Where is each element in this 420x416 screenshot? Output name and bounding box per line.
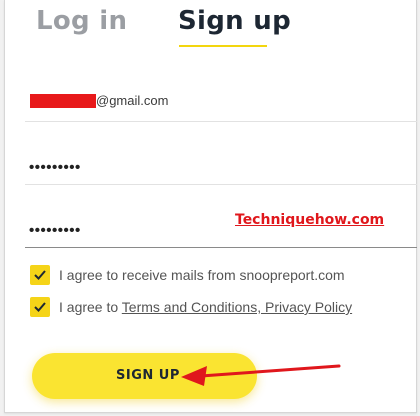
terms-prefix: I agree to [59,299,122,315]
annotation-arrow-icon [181,364,341,386]
tab-signup[interactable]: Sign up [178,6,291,36]
signup-card: Log in Sign up @gmail.com ••••••••• ••••… [4,0,417,413]
terms-consent-label: I agree to Terms and Conditions, Privacy… [59,299,352,315]
mails-consent-checkbox[interactable] [30,265,50,285]
email-value: @gmail.com [96,93,169,108]
password-value: ••••••••• [29,159,81,176]
redaction-mark [30,94,96,108]
tab-login[interactable]: Log in [36,6,127,36]
signup-button-label: SIGN UP [116,368,180,383]
mails-consent-label: I agree to receive mails from snooprepor… [59,267,345,283]
terms-link[interactable]: Terms and Conditions, Privacy Policy [122,299,352,315]
terms-consent-checkbox[interactable] [30,297,50,317]
confirm-password-value: ••••••••• [29,222,81,239]
password-field[interactable]: ••••••••• [25,145,417,185]
active-tab-indicator [179,45,267,47]
email-field[interactable]: @gmail.com [25,82,417,122]
terms-consent-row: I agree to Terms and Conditions, Privacy… [30,297,410,319]
checkmark-icon [34,302,46,312]
mails-consent-row: I agree to receive mails from snooprepor… [30,265,410,287]
auth-tabs: Log in Sign up [5,0,416,50]
watermark-text: Techniquehow.com [235,212,385,228]
checkmark-icon [34,270,46,280]
